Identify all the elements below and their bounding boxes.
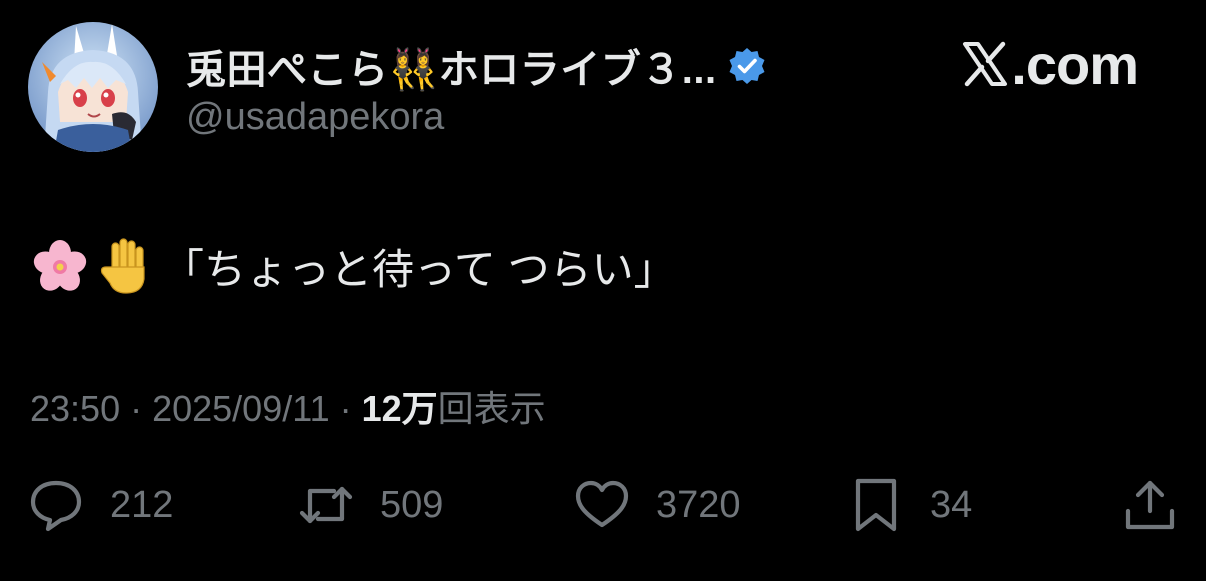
reply-icon <box>30 480 82 532</box>
brand-domain: .com <box>1011 32 1139 96</box>
retweet-button[interactable]: 509 <box>298 470 443 540</box>
reply-count: 212 <box>110 483 174 526</box>
tweet-time[interactable]: 23:50 <box>30 388 120 429</box>
action-bar: 212 509 3720 34 <box>28 470 1178 540</box>
anime-girl-avatar-icon <box>28 22 158 152</box>
views-count: 12万 <box>361 388 438 429</box>
tweet-date[interactable]: 2025/09/11 <box>152 388 330 429</box>
tweet-card: 兎田ぺこら👯‍♀️ホロライブ３... @usadapekora .com <box>0 0 1206 581</box>
bookmark-icon <box>855 478 897 532</box>
views-label: 回表示 <box>437 388 546 429</box>
like-button[interactable]: 3720 <box>574 470 741 540</box>
share-button[interactable] <box>1122 470 1178 540</box>
heart-icon <box>575 480 629 528</box>
bookmark-count: 34 <box>930 483 973 526</box>
cherry-blossom-emoji-icon <box>30 237 90 297</box>
tweet-body: 「ちょっと待って つらい」 <box>30 236 676 297</box>
avatar[interactable] <box>28 22 158 152</box>
tweet-meta: 23:50 · 2025/09/11 · 12万回表示 <box>30 380 546 432</box>
display-name[interactable]: 兎田ぺこら👯‍♀️ホロライブ３... <box>186 37 717 95</box>
like-count: 3720 <box>656 483 741 526</box>
share-icon <box>1125 480 1175 530</box>
raised-hand-emoji-icon <box>96 237 156 297</box>
bookmark-button[interactable]: 34 <box>848 470 972 540</box>
retweet-count: 509 <box>380 483 444 526</box>
retweet-icon <box>299 486 353 524</box>
meta-separator: · <box>120 388 153 429</box>
reply-button[interactable]: 212 <box>28 470 173 540</box>
tweet-text: 「ちょっと待って つらい」 <box>162 246 676 293</box>
x-logo-icon <box>963 41 1008 87</box>
author-name-row: 兎田ぺこら👯‍♀️ホロライブ３... <box>186 38 767 94</box>
user-handle[interactable]: @usadapekora <box>186 96 444 139</box>
verified-badge-icon <box>727 46 767 86</box>
meta-separator: · <box>329 388 362 429</box>
x-com-logo: .com <box>961 32 1139 96</box>
